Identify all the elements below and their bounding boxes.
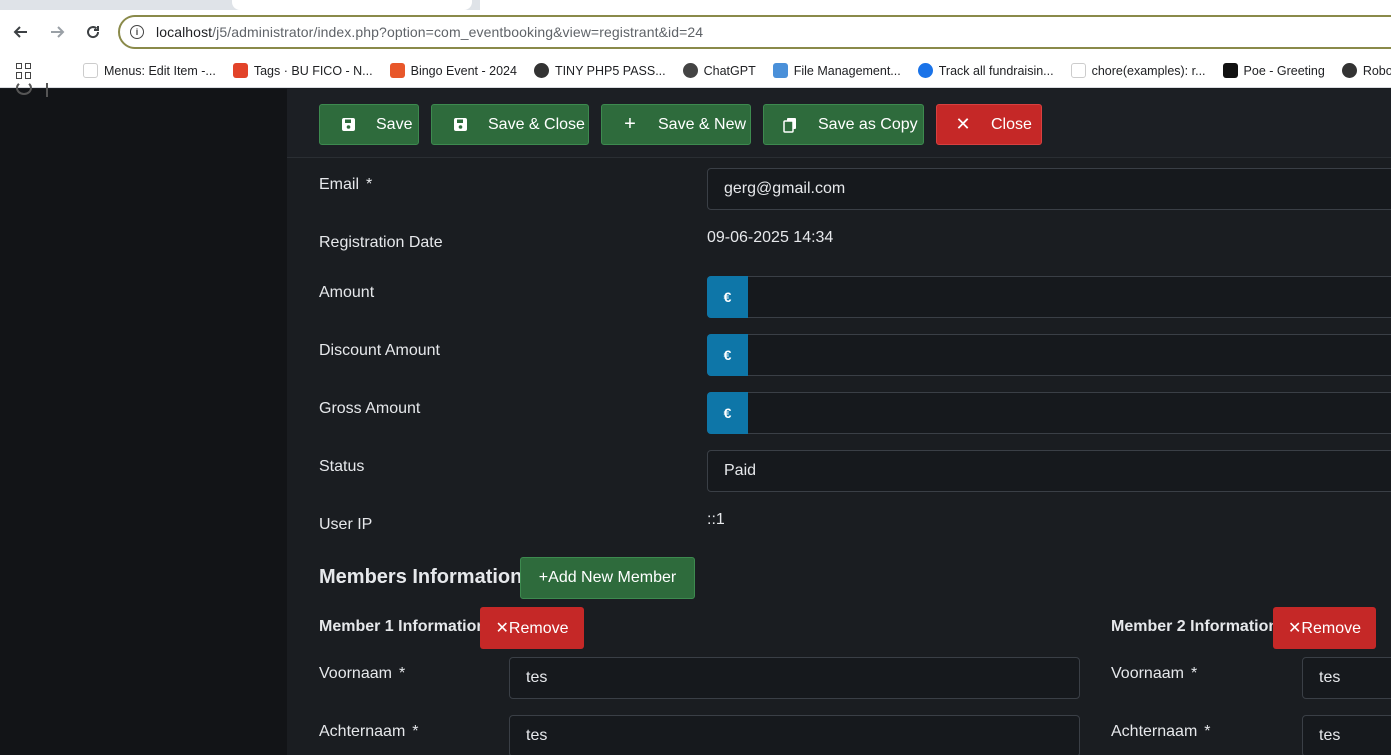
email-label: Email * bbox=[319, 176, 373, 193]
bookmark-item[interactable]: File Management... bbox=[772, 63, 901, 78]
bookmark-item[interactable]: Bingo Event - 2024 bbox=[389, 63, 517, 78]
browser-toolbar: i localhost/j5/administrator/index.php?o… bbox=[0, 10, 1391, 54]
forward-arrow-icon[interactable] bbox=[45, 20, 69, 44]
active-tab[interactable] bbox=[232, 0, 472, 10]
bookmark-item[interactable]: Menus: Edit Item -... bbox=[83, 63, 216, 78]
bookmark-label: Poe - Greeting bbox=[1243, 63, 1325, 78]
main-content: Save Save & Close + Save & New Save as C… bbox=[287, 89, 1391, 755]
save-label: Save bbox=[376, 115, 413, 133]
reload-icon[interactable] bbox=[81, 20, 105, 44]
save-close-label: Save & Close bbox=[488, 115, 585, 133]
plus-icon: + bbox=[624, 113, 636, 135]
sidebar-icon-fragment bbox=[16, 81, 32, 95]
status-label: Status bbox=[319, 458, 365, 475]
sidebar-divider-fragment bbox=[46, 83, 48, 97]
save-new-label: Save & New bbox=[658, 115, 747, 133]
apps-grid-icon[interactable] bbox=[16, 62, 31, 79]
globe-icon bbox=[1341, 63, 1357, 78]
save-copy-label: Save as Copy bbox=[818, 115, 918, 133]
floppy-disk-icon bbox=[338, 117, 358, 132]
member-1-title: Member 1 Information bbox=[319, 618, 487, 635]
save-close-button[interactable]: Save & Close bbox=[431, 104, 589, 145]
close-button[interactable]: ✕ Close bbox=[936, 104, 1042, 145]
copy-icon bbox=[780, 117, 800, 133]
poe-icon bbox=[1222, 63, 1238, 78]
close-icon: ✕ bbox=[955, 114, 971, 134]
action-toolbar: Save Save & Close + Save & New Save as C… bbox=[287, 89, 1391, 158]
chatgpt-icon bbox=[682, 63, 698, 78]
bookmark-label: Robo bbox=[1362, 63, 1391, 78]
save-button[interactable]: Save bbox=[319, 104, 419, 145]
member-2-title: Member 2 Information bbox=[1111, 618, 1279, 635]
bookmark-item[interactable]: ChatGPT bbox=[682, 63, 756, 78]
bookmark-item[interactable]: TINY PHP5 PASS... bbox=[533, 63, 666, 78]
registration-date-value: 09-06-2025 14:34 bbox=[707, 229, 834, 246]
bookmark-label: ChatGPT bbox=[703, 63, 756, 78]
bookmark-item[interactable]: Poe - Greeting bbox=[1222, 63, 1325, 78]
save-copy-button[interactable]: Save as Copy bbox=[763, 104, 924, 145]
member-1-last-name-label: Achternaam * bbox=[319, 723, 419, 740]
euro-icon: € bbox=[707, 392, 748, 434]
members-section-title: Members Information bbox=[319, 566, 523, 588]
globe-icon bbox=[533, 63, 549, 78]
floppy-disk-icon bbox=[450, 117, 470, 132]
member-1-last-name-field[interactable]: tes bbox=[509, 715, 1080, 755]
member-1-first-name-label: Voornaam * bbox=[319, 665, 406, 682]
member-2-remove-button[interactable]: ✕Remove bbox=[1273, 607, 1376, 649]
file-tree-icon bbox=[772, 63, 788, 78]
calendar-icon bbox=[389, 63, 405, 78]
user-ip-label: User IP bbox=[319, 516, 373, 533]
add-new-member-button[interactable]: +Add New Member bbox=[520, 557, 695, 599]
member-2-first-name-field[interactable]: tes bbox=[1302, 657, 1391, 699]
bookmark-item[interactable]: Robo bbox=[1341, 63, 1391, 78]
member-2-last-name-field[interactable]: tes bbox=[1302, 715, 1391, 755]
bookmarks-bar: Menus: Edit Item -... Tags · BU FICO - N.… bbox=[0, 54, 1391, 88]
bookmark-label: File Management... bbox=[793, 63, 901, 78]
bookmark-label: Bingo Event - 2024 bbox=[410, 63, 517, 78]
admin-sidebar bbox=[0, 81, 287, 755]
euro-icon: € bbox=[707, 276, 748, 318]
github-icon bbox=[1070, 63, 1086, 78]
email-field[interactable]: gerg@gmail.com bbox=[707, 168, 1391, 210]
bookmark-item[interactable]: Track all fundraisin... bbox=[917, 63, 1054, 78]
url-text: localhost/j5/administrator/index.php?opt… bbox=[156, 24, 704, 40]
bookmark-label: TINY PHP5 PASS... bbox=[554, 63, 666, 78]
discount-amount-field[interactable]: € bbox=[707, 334, 1391, 376]
discount-amount-label: Discount Amount bbox=[319, 342, 440, 359]
user-ip-value: ::1 bbox=[707, 511, 725, 528]
gross-amount-field[interactable]: € bbox=[707, 392, 1391, 434]
bookmark-item[interactable]: chore(examples): r... bbox=[1070, 63, 1206, 78]
tab-area bbox=[480, 0, 1391, 10]
site-info-icon[interactable]: i bbox=[130, 25, 144, 39]
amount-label: Amount bbox=[319, 284, 375, 301]
registration-date-label: Registration Date bbox=[319, 234, 443, 251]
member-1-first-name-field[interactable]: tes bbox=[509, 657, 1080, 699]
member-2-last-name-label: Achternaam * bbox=[1111, 723, 1211, 740]
bookmark-label: Menus: Edit Item -... bbox=[104, 63, 216, 78]
member-2-first-name-label: Voornaam * bbox=[1111, 665, 1198, 682]
euro-icon: € bbox=[707, 334, 748, 376]
g-icon bbox=[917, 63, 933, 78]
bookmark-label: Tags · BU FICO - N... bbox=[253, 63, 373, 78]
save-new-button[interactable]: + Save & New bbox=[601, 104, 751, 145]
address-bar[interactable]: i localhost/j5/administrator/index.php?o… bbox=[118, 15, 1391, 49]
gitlab-icon bbox=[232, 63, 248, 78]
bookmark-item[interactable]: Tags · BU FICO - N... bbox=[232, 63, 373, 78]
member-1-remove-button[interactable]: ✕Remove bbox=[480, 607, 584, 649]
close-label: Close bbox=[991, 115, 1032, 133]
browser-tabstrip bbox=[0, 0, 1391, 10]
amount-field[interactable]: € bbox=[707, 276, 1391, 318]
gross-amount-label: Gross Amount bbox=[319, 400, 421, 417]
status-select[interactable]: Paid bbox=[707, 450, 1391, 492]
joomla-icon bbox=[83, 63, 98, 78]
bookmark-label: chore(examples): r... bbox=[1091, 63, 1206, 78]
back-arrow-icon[interactable] bbox=[9, 20, 33, 44]
bookmark-label: Track all fundraisin... bbox=[938, 63, 1054, 78]
